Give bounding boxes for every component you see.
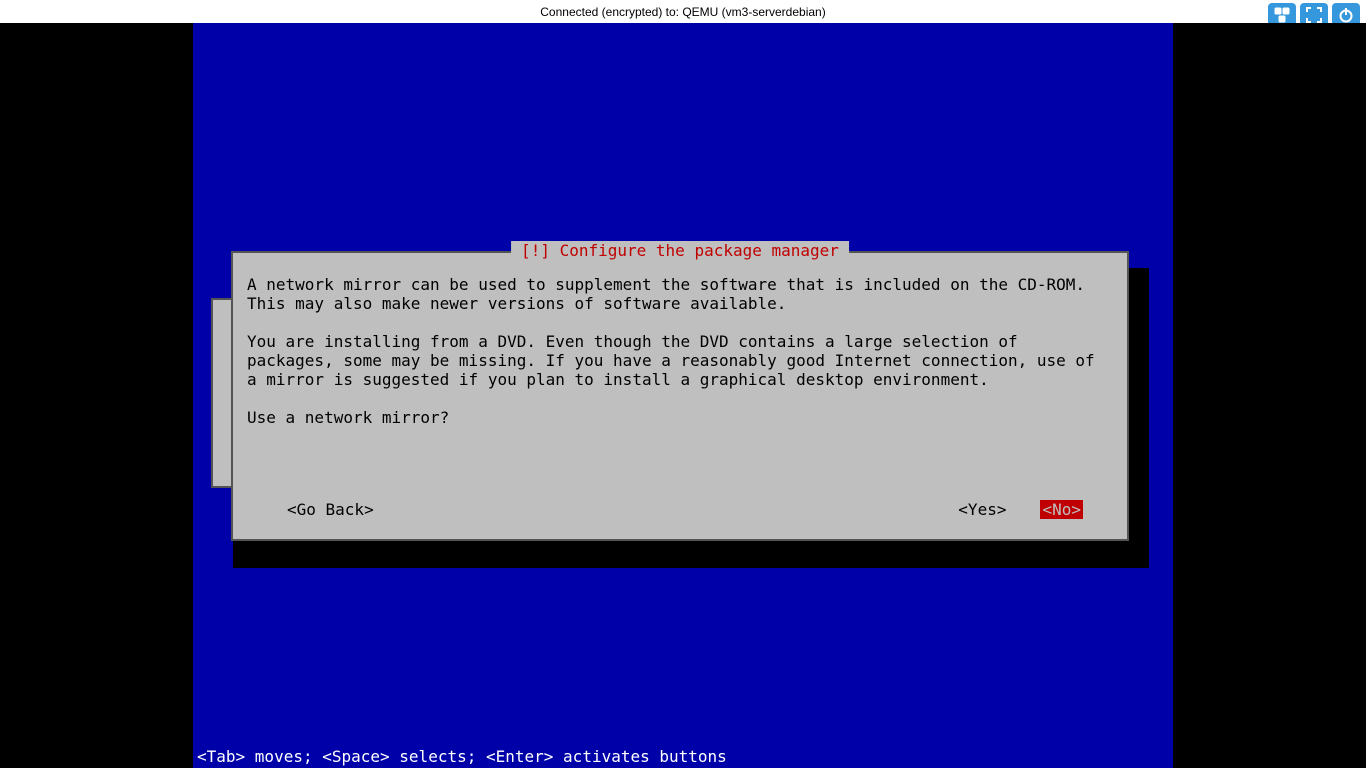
- keyboard-hint-bar: <Tab> moves; <Space> selects; <Enter> ac…: [193, 744, 1173, 768]
- dialog-title: [!] Configure the package manager: [511, 241, 849, 260]
- keys-icon: [1274, 7, 1290, 23]
- dialog-paragraph-2: You are installing from a DVD. Even thou…: [247, 332, 1095, 389]
- package-manager-dialog: [!] Configure the package manager A netw…: [231, 251, 1129, 541]
- power-icon: [1338, 7, 1354, 23]
- go-back-button[interactable]: <Go Back>: [287, 500, 374, 519]
- dialog-body: A network mirror can be used to suppleme…: [247, 275, 1113, 427]
- footer-spacer: [374, 500, 959, 519]
- dialog-footer: <Go Back> <Yes> <No>: [247, 500, 1113, 519]
- dialog-paragraph-1: A network mirror can be used to suppleme…: [247, 275, 1085, 313]
- vnc-viewport: [!] Configure the package manager A netw…: [0, 23, 1366, 768]
- installer-screen: [!] Configure the package manager A netw…: [193, 23, 1173, 768]
- connection-status: Connected (encrypted) to: QEMU (vm3-serv…: [540, 5, 825, 19]
- vnc-topbar: Connected (encrypted) to: QEMU (vm3-serv…: [0, 0, 1366, 23]
- no-button[interactable]: <No>: [1040, 500, 1083, 519]
- dialog-question: Use a network mirror?: [247, 408, 449, 427]
- yes-button[interactable]: <Yes>: [958, 500, 1006, 519]
- fullscreen-icon: [1306, 7, 1322, 23]
